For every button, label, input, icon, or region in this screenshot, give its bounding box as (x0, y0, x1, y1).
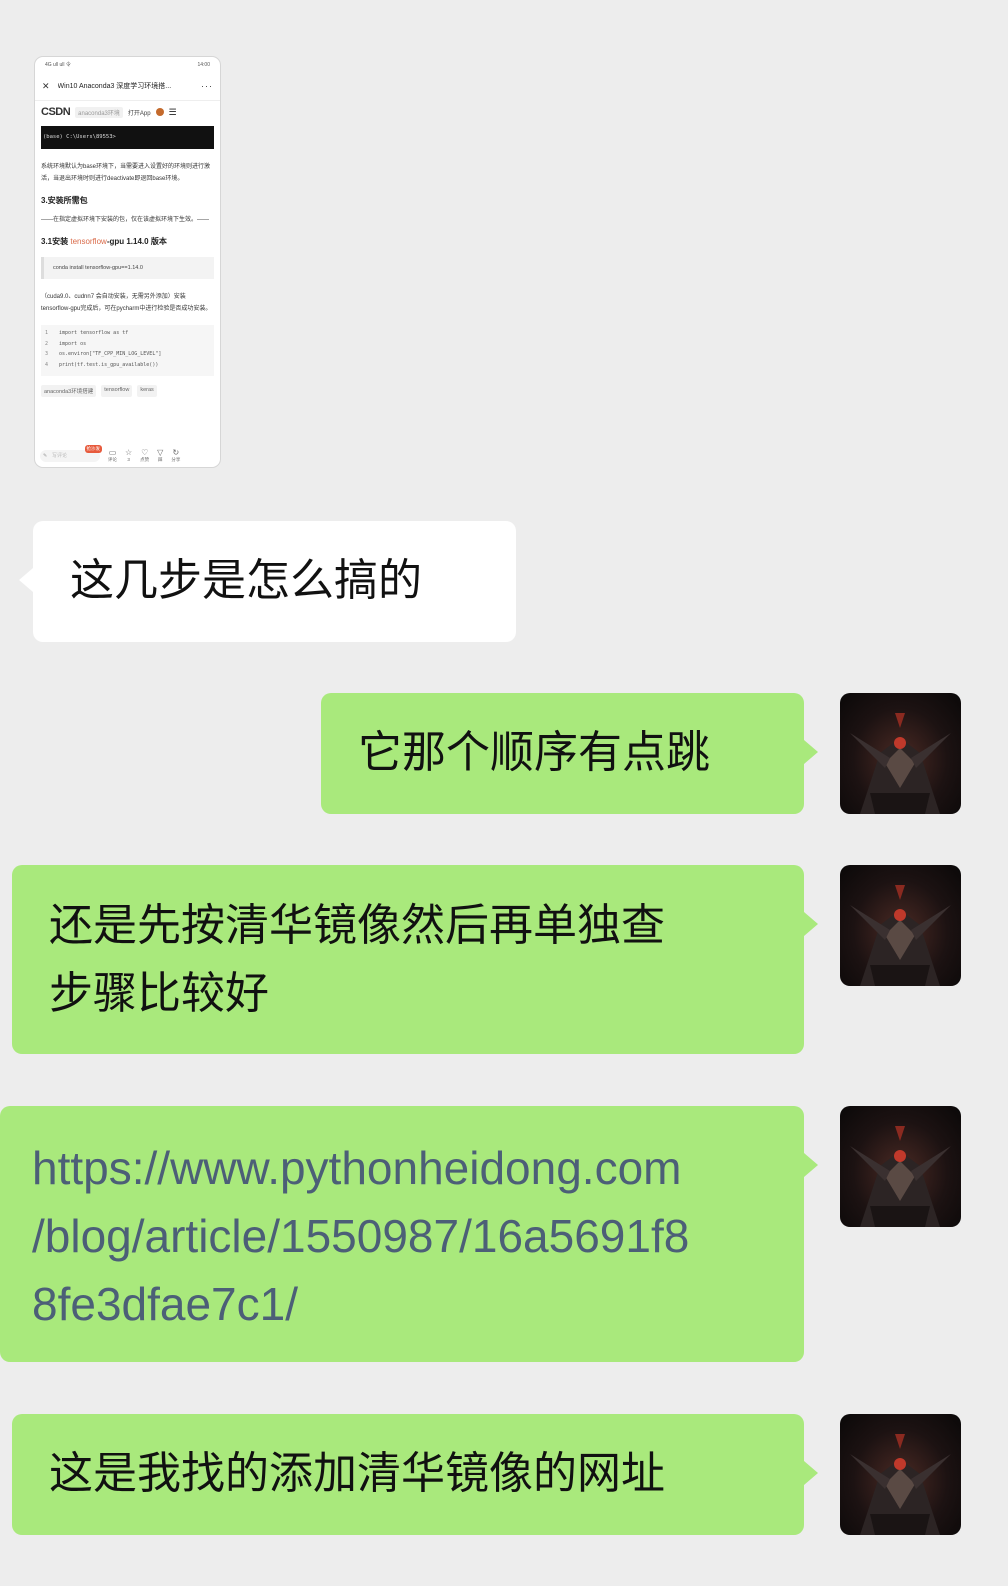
mecha-avatar-image (850, 885, 951, 986)
share-icon: ↻ 分享 (171, 448, 181, 463)
thumb-paragraph-3: （cuda9.0、cudnn7 会自动安装，无需另外添加）安装tensorflo… (41, 294, 212, 312)
close-icon: ✕ (42, 80, 50, 91)
thumb-search-tag: anaconda3环境 (75, 106, 123, 118)
avatar[interactable] (840, 865, 961, 986)
thumb-page-title: Win10 Anaconda3 深度学习环境搭... (57, 83, 172, 90)
code-line: 2 import os (45, 340, 87, 347)
thumb-terminal: (base) C:\Users\89553> (41, 126, 214, 149)
message-text: 它那个顺序有点跳 (358, 727, 710, 778)
message-text: 这几步是怎么搞的 (70, 555, 422, 606)
more-icon: ··· (201, 81, 213, 91)
thumb-nav-bar: ✕ Win10 Anaconda3 深度学习环境搭... ··· (35, 72, 220, 101)
mecha-avatar-image (850, 1434, 951, 1535)
message-bubble-link[interactable]: https://www.pythonheidong.com /blog/arti… (0, 1106, 804, 1362)
thumb-heading-2: 3.1安装 tensorflow-gpu 1.14.0 版本 (35, 236, 220, 247)
link-line[interactable]: https://www.pythonheidong.com (32, 1134, 804, 1202)
thumb-command: conda install tensorflow-gpu==1.14.0 (41, 257, 214, 279)
code-line: 4 print(tf.test.is_gpu_available()) (45, 361, 159, 368)
bubble-tail (804, 1461, 818, 1485)
thumb-tag: keras (137, 385, 157, 397)
message-bubble-incoming[interactable]: 这几步是怎么搞的 (33, 521, 516, 642)
thumb-avatar-icon (155, 108, 164, 116)
bubble-tail (804, 1153, 818, 1177)
thumb-csdn-header: CSDN anaconda3环境 打开App ☰ (35, 101, 220, 123)
shared-screenshot-image[interactable]: 4G ull ull 令 14:00 ✕ Win10 Anaconda3 深度学… (34, 56, 221, 468)
thumb-time: 14:00 (197, 61, 210, 68)
message-text: 这是我找的添加清华镜像的网址 (49, 1448, 665, 1499)
pencil-icon: ✎ (43, 453, 48, 459)
message-text-line: 还是先按清华镜像然后再单独查 (49, 900, 665, 951)
avatar[interactable] (840, 1106, 961, 1227)
thumb-heading-1: 3.安装所需包 (41, 196, 88, 205)
link-line[interactable]: 8fe3dfae7c1/ (32, 1270, 804, 1338)
thumb-heading-2-suffix: -gpu 1.14.0 版本 (106, 237, 167, 246)
code-line: 1 import tensorflow as tf (45, 330, 129, 336)
thumb-code-block: 1 import tensorflow as tf 2 import os 3 os.… (41, 325, 214, 376)
bubble-tail (804, 912, 818, 936)
thumb-heading-2-prefix: 3.1安装 (41, 237, 71, 246)
thumb-paragraph-2: ——在指定虚拟环境下安装的包，仅在该虚拟环境下生效。—— (41, 217, 210, 223)
like-icon: ♡ 点赞 (140, 448, 150, 463)
link-line[interactable]: /blog/article/1550987/16a5691f8 (32, 1202, 804, 1270)
avatar[interactable] (840, 693, 961, 814)
flag-icon: ▽ 踩 (157, 448, 164, 463)
thumb-hot-badge: 抢沙发 (84, 445, 102, 453)
thumb-tags: anaconda3环境搭建 tensorflow keras (35, 385, 220, 397)
avatar[interactable] (840, 1414, 961, 1535)
code-line: 3 os.environ["TF_CPP_MIN_LOG_LEVEL"] (45, 351, 162, 357)
message-text-line: 步骤比较好 (49, 968, 269, 1019)
thumb-bottom-bar: ✎ 写评论 抢沙发 ▭ 评论 ☆ 3 ♡ 点赞 ▽ 踩 ↻ 分享 (35, 445, 220, 467)
mecha-avatar-image (850, 713, 951, 814)
thumb-heading-2-link: tensorflow (70, 237, 107, 246)
star-icon: ☆ 3 (125, 448, 133, 463)
thumb-comment-input: ✎ 写评论 抢沙发 (40, 445, 102, 462)
mecha-avatar-image (850, 1126, 951, 1227)
thumb-paragraph-1: 系统环境默认为base环境下，当需要进入设置好的环境则进行激活，当退出环境时则进… (41, 164, 211, 182)
csdn-logo: CSDN (41, 106, 71, 118)
bubble-tail (804, 740, 818, 764)
thumb-tag: tensorflow (101, 385, 133, 397)
menu-icon: ☰ (168, 106, 177, 117)
thumb-signal: 4G ull ull 令 (45, 62, 71, 68)
thumb-tag: anaconda3环境搭建 (41, 385, 97, 397)
thumb-status-bar: 4G ull ull 令 14:00 (35, 57, 220, 72)
message-bubble-outgoing[interactable]: 还是先按清华镜像然后再单独查 步骤比较好 (12, 865, 804, 1054)
thumb-open-app: 打开App (127, 110, 151, 117)
message-bubble-outgoing[interactable]: 这是我找的添加清华镜像的网址 (12, 1414, 804, 1535)
comment-icon: ▭ 评论 (108, 448, 117, 463)
bubble-tail (19, 568, 33, 592)
message-bubble-outgoing[interactable]: 它那个顺序有点跳 (321, 693, 804, 814)
